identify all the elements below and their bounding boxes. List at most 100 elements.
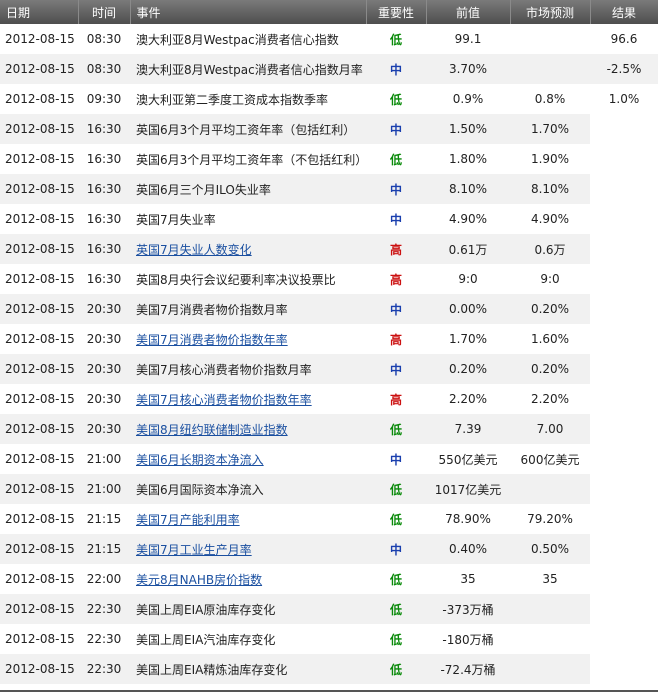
table-row: 2012-08-15 16:30 英国6月三个月ILO失业率 中 8.10% 8… — [0, 174, 658, 204]
cell-date: 2012-08-15 — [0, 54, 78, 84]
event-link[interactable]: 美国7月产能利用率 — [136, 513, 240, 527]
cell-result — [590, 114, 658, 144]
cell-importance: 中 — [366, 444, 426, 474]
cell-forecast — [510, 54, 590, 84]
cell-event: 美国6月长期资本净流入 — [130, 444, 366, 474]
cell-previous: 1.80% — [426, 144, 510, 174]
cell-forecast: 600亿美元 — [510, 444, 590, 474]
event-name: 英国6月3个月平均工资年率（不包括红利） — [136, 152, 366, 167]
cell-importance: 低 — [366, 594, 426, 624]
event-name: 澳大利亚8月Westpac消费者信心指数月率 — [136, 62, 363, 77]
cell-event: 澳大利亚8月Westpac消费者信心指数 — [130, 24, 366, 54]
event-name: 美国上周EIA精炼油库存变化 — [136, 662, 288, 677]
cell-result — [590, 594, 658, 624]
cell-result — [590, 324, 658, 354]
cell-result — [590, 444, 658, 474]
cell-event: 美国7月消费者物价指数月率 — [130, 294, 366, 324]
cell-event: 美国7月消费者物价指数年率 — [130, 324, 366, 354]
event-name: 英国6月3个月平均工资年率（包括红利） — [136, 122, 356, 137]
cell-date: 2012-08-15 — [0, 204, 78, 234]
cell-result — [590, 504, 658, 534]
event-name: 英国8月央行会议纪要利率决议投票比 — [136, 272, 336, 287]
cell-event: 美国7月核心消费者物价指数年率 — [130, 384, 366, 414]
table-row: 2012-08-15 16:30 英国6月3个月平均工资年率（包括红利） 中 1… — [0, 114, 658, 144]
importance-badge: 低 — [389, 512, 402, 527]
event-link[interactable]: 美国6月长期资本净流入 — [136, 453, 264, 467]
table-row: 2012-08-15 22:30 美国上周EIA汽油库存变化 低 -180万桶 — [0, 624, 658, 654]
cell-event: 美国8月纽约联储制造业指数 — [130, 414, 366, 444]
importance-badge: 低 — [389, 422, 402, 437]
event-link[interactable]: 美国7月消费者物价指数年率 — [136, 333, 288, 347]
cell-importance: 低 — [366, 474, 426, 504]
cell-event: 英国7月失业率 — [130, 204, 366, 234]
importance-badge: 低 — [389, 482, 402, 497]
table-row: 2012-08-15 16:30 英国6月3个月平均工资年率（不包括红利） 低 … — [0, 144, 658, 174]
importance-badge: 中 — [389, 122, 402, 137]
cell-previous: 0.40% — [426, 534, 510, 564]
table-row: 2012-08-15 21:00 美国6月国际资本净流入 低 1017亿美元 — [0, 474, 658, 504]
table-row: 2012-08-15 21:15 美国7月产能利用率 低 78.90% 79.2… — [0, 504, 658, 534]
cell-date: 2012-08-15 — [0, 174, 78, 204]
cell-time: 20:30 — [78, 354, 130, 384]
cell-result — [590, 174, 658, 204]
cell-forecast: 1.90% — [510, 144, 590, 174]
cell-previous: 3.70% — [426, 54, 510, 84]
cell-importance: 低 — [366, 84, 426, 114]
cell-date: 2012-08-15 — [0, 234, 78, 264]
importance-badge: 中 — [389, 542, 402, 557]
cell-previous: 0.9% — [426, 84, 510, 114]
cell-time: 20:30 — [78, 414, 130, 444]
event-link[interactable]: 英国7月失业人数变化 — [136, 243, 252, 257]
cell-importance: 低 — [366, 624, 426, 654]
cell-time: 20:30 — [78, 324, 130, 354]
cell-date: 2012-08-15 — [0, 384, 78, 414]
cell-time: 20:30 — [78, 384, 130, 414]
cell-event: 英国7月失业人数变化 — [130, 234, 366, 264]
cell-previous: 35 — [426, 564, 510, 594]
header-previous: 前值 — [426, 0, 511, 24]
cell-forecast: 1.60% — [510, 324, 590, 354]
table-row: 2012-08-15 16:30 英国7月失业率 中 4.90% 4.90% — [0, 204, 658, 234]
cell-importance: 中 — [366, 534, 426, 564]
cell-event: 英国8月央行会议纪要利率决议投票比 — [130, 264, 366, 294]
importance-badge: 中 — [389, 212, 402, 227]
cell-forecast — [510, 24, 590, 54]
cell-time: 16:30 — [78, 114, 130, 144]
cell-event: 美国6月国际资本净流入 — [130, 474, 366, 504]
importance-badge: 高 — [389, 242, 402, 257]
cell-importance: 低 — [366, 24, 426, 54]
cell-result — [590, 354, 658, 384]
cell-forecast: 7.00 — [510, 414, 590, 444]
event-name: 美国上周EIA原油库存变化 — [136, 602, 276, 617]
cell-forecast — [510, 594, 590, 624]
event-link[interactable]: 美国8月纽约联储制造业指数 — [136, 423, 288, 437]
event-link[interactable]: 美国7月核心消费者物价指数年率 — [136, 393, 312, 407]
table-bottom-border — [0, 690, 658, 692]
importance-badge: 低 — [389, 92, 402, 107]
cell-time: 16:30 — [78, 234, 130, 264]
cell-forecast: 8.10% — [510, 174, 590, 204]
cell-date: 2012-08-15 — [0, 564, 78, 594]
cell-date: 2012-08-15 — [0, 444, 78, 474]
cell-previous: 550亿美元 — [426, 444, 510, 474]
cell-previous: 1017亿美元 — [426, 474, 510, 504]
cell-time: 16:30 — [78, 144, 130, 174]
cell-importance: 中 — [366, 204, 426, 234]
header-time: 时间 — [78, 0, 131, 24]
table-row: 2012-08-15 20:30 美国8月纽约联储制造业指数 低 7.39 7.… — [0, 414, 658, 444]
cell-forecast: 0.8% — [510, 84, 590, 114]
event-link[interactable]: 美国7月工业生产月率 — [136, 543, 252, 557]
cell-previous: 0.20% — [426, 354, 510, 384]
cell-result — [590, 264, 658, 294]
cell-date: 2012-08-15 — [0, 534, 78, 564]
cell-forecast: 1.70% — [510, 114, 590, 144]
cell-event: 美国上周EIA汽油库存变化 — [130, 624, 366, 654]
event-link[interactable]: 美元8月NAHB房价指数 — [136, 573, 262, 587]
cell-importance: 低 — [366, 504, 426, 534]
header-row: 日期 时间 事件 重要性 前值 市场预测 结果 — [0, 0, 658, 24]
cell-time: 22:00 — [78, 564, 130, 594]
cell-time: 22:30 — [78, 624, 130, 654]
cell-result — [590, 414, 658, 444]
importance-badge: 低 — [389, 32, 402, 47]
cell-time: 16:30 — [78, 204, 130, 234]
